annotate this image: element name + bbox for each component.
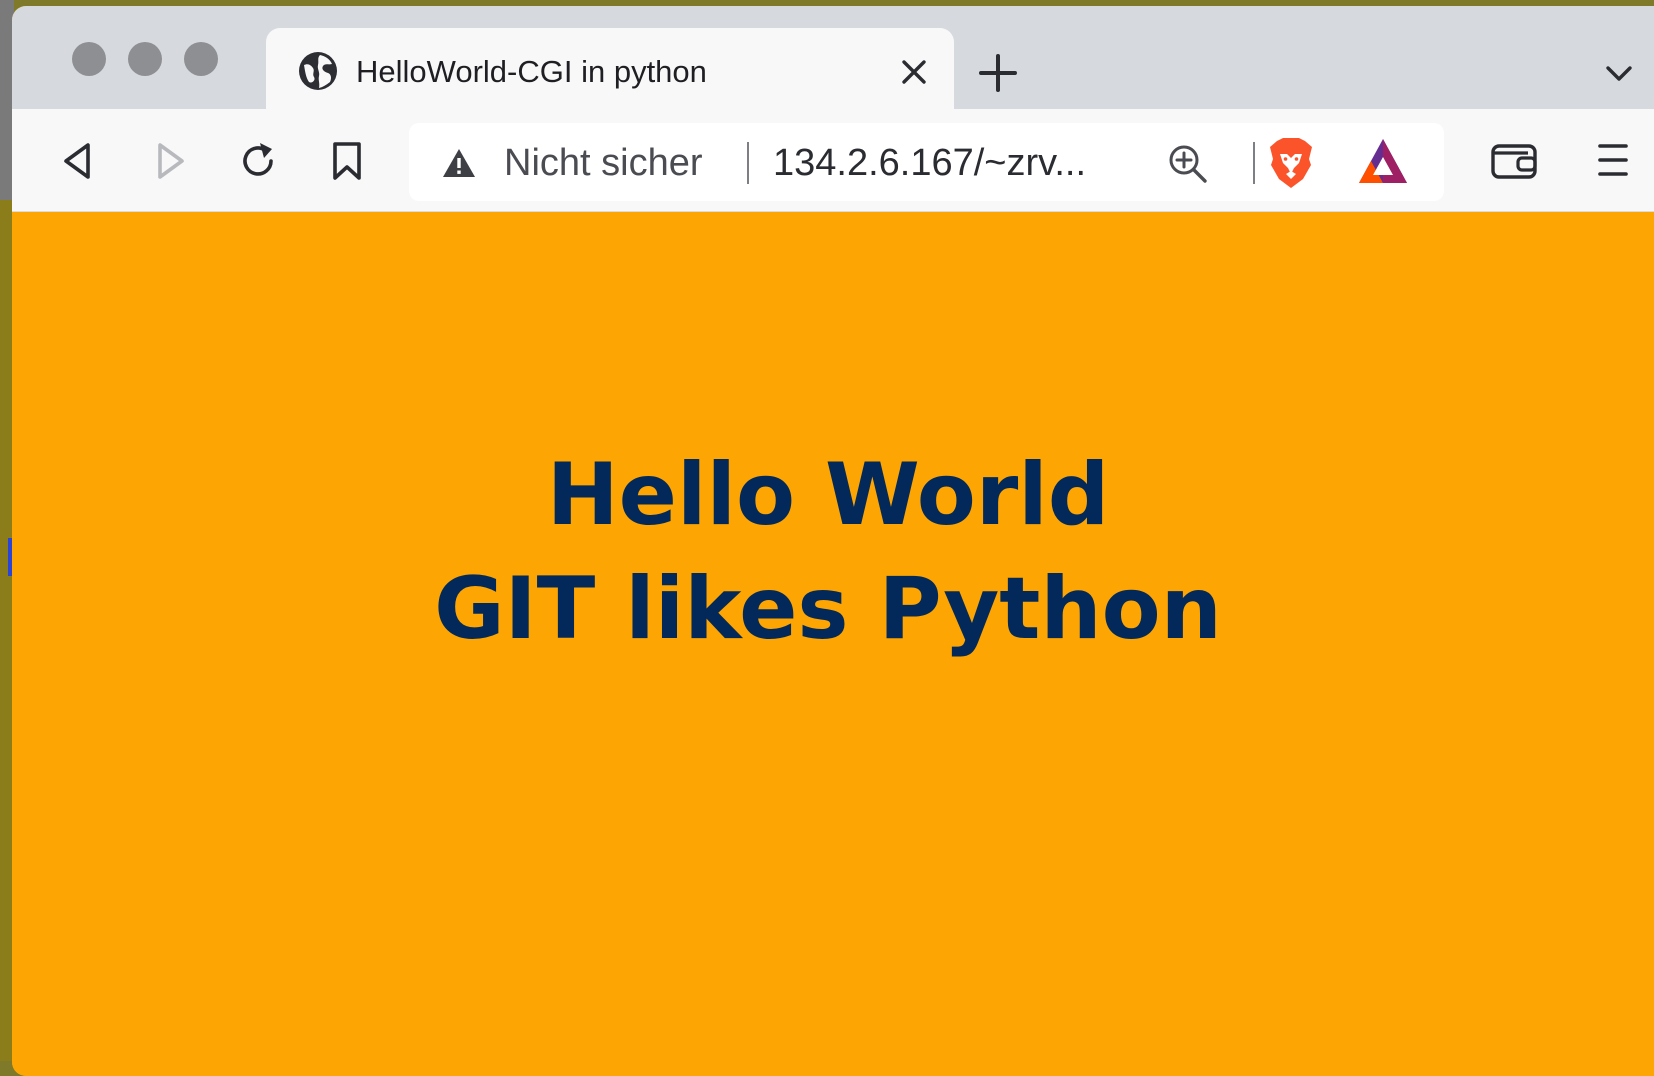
globe-icon <box>299 52 337 90</box>
page-heading: Hello World GIT likes Python <box>12 438 1654 666</box>
url-text[interactable]: 134.2.6.167/~zrv... <box>773 142 1086 185</box>
forward-icon[interactable] <box>146 139 190 183</box>
brave-shields-icon[interactable] <box>1267 137 1315 189</box>
new-tab-plus-icon[interactable] <box>978 53 1018 93</box>
browser-window: HelloWorld-CGI in python Nicht sicher 13… <box>12 6 1654 1076</box>
tab-close-icon[interactable] <box>898 56 930 88</box>
heading-line-hello: Hello World <box>546 445 1110 545</box>
tab-list-chevron-down-icon[interactable] <box>1604 62 1634 86</box>
zoom-in-icon[interactable] <box>1167 143 1209 185</box>
warning-triangle-icon[interactable] <box>441 147 477 179</box>
url-divider <box>747 142 749 184</box>
back-icon[interactable] <box>58 139 102 183</box>
reload-icon[interactable] <box>236 139 280 183</box>
tab-title: HelloWorld-CGI in python <box>356 54 707 89</box>
window-close-button[interactable] <box>72 42 106 76</box>
hamburger-menu-icon[interactable] <box>1596 139 1630 181</box>
navigation-toolbar: Nicht sicher 134.2.6.167/~zrv... <box>12 109 1654 212</box>
security-status-label[interactable]: Nicht sicher <box>504 142 703 185</box>
window-minimize-button[interactable] <box>128 42 162 76</box>
page-content: Hello World GIT likes Python <box>12 212 1654 1076</box>
address-bar[interactable]: Nicht sicher 134.2.6.167/~zrv... <box>409 123 1444 201</box>
active-tab[interactable]: HelloWorld-CGI in python <box>266 28 954 109</box>
window-zoom-button[interactable] <box>184 42 218 76</box>
brave-rewards-icon[interactable] <box>1357 137 1409 185</box>
tab-bar: HelloWorld-CGI in python <box>12 6 1654 109</box>
extensions-divider <box>1253 142 1255 184</box>
heading-line-git: GIT likes Python <box>434 559 1222 659</box>
bookmark-icon[interactable] <box>326 139 370 183</box>
wallet-icon[interactable] <box>1490 141 1538 181</box>
